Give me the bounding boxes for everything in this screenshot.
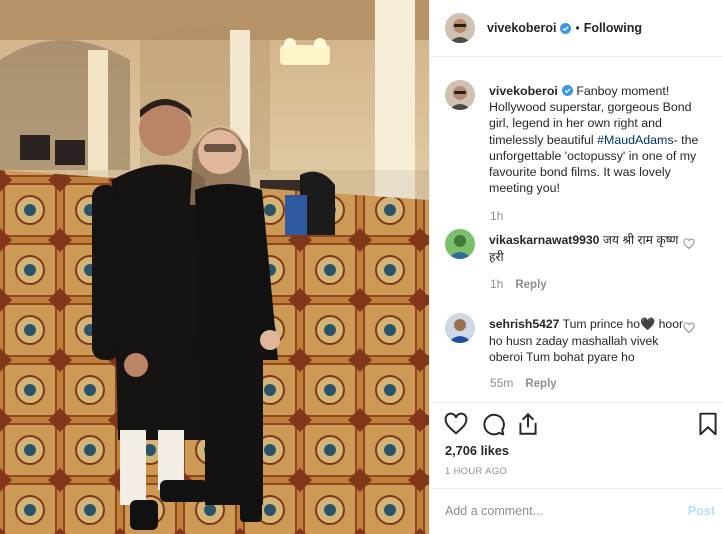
actions-divider xyxy=(430,402,723,403)
author-username[interactable]: vivekoberoi xyxy=(487,21,556,35)
likes-count[interactable]: 2,706 likes xyxy=(445,443,509,458)
comment-time[interactable]: 1h xyxy=(490,277,503,291)
bookmark-icon[interactable] xyxy=(695,411,721,437)
post-comment-button[interactable]: Post xyxy=(688,504,715,518)
post-details-panel: vivekoberoi • Following vivekoberoi Fanb… xyxy=(429,0,723,534)
separator-dot: • xyxy=(575,21,580,35)
composer-divider xyxy=(430,488,723,489)
author-avatar[interactable] xyxy=(445,13,475,43)
verified-badge-icon xyxy=(560,22,572,34)
commenter-avatar[interactable] xyxy=(445,229,475,259)
post-header: vivekoberoi • Following xyxy=(430,0,723,57)
hashtag-link[interactable]: #MaudAdams xyxy=(597,133,673,147)
action-bar xyxy=(430,411,723,439)
avatar-image xyxy=(445,229,475,259)
following-button[interactable]: Following xyxy=(584,21,642,35)
caption-username[interactable]: vivekoberoi xyxy=(489,84,558,98)
comment-icon[interactable] xyxy=(480,411,506,437)
comment-item: sehrish5427 Tum prince ho🖤 hoor ho husn … xyxy=(445,313,715,365)
avatar-image xyxy=(445,313,475,343)
caption-avatar[interactable] xyxy=(445,80,475,110)
heart-icon[interactable] xyxy=(443,411,469,437)
verified-badge-icon xyxy=(561,84,573,96)
comment-username[interactable]: vikaskarnawat9930 xyxy=(489,233,599,247)
heart-outline-icon[interactable] xyxy=(683,238,695,250)
comment-username[interactable]: sehrish5427 xyxy=(489,317,559,331)
commenter-avatar[interactable] xyxy=(445,313,475,343)
comment-item: vikaskarnawat9930 जय श्री राम कृष्ण हरी xyxy=(445,229,715,265)
comment-time[interactable]: 55m xyxy=(490,376,513,390)
comment-text: sehrish5427 Tum prince ho🖤 hoor ho husn … xyxy=(489,316,689,366)
comment-meta: 55m Reply xyxy=(490,376,557,390)
avatar-image xyxy=(445,80,475,110)
share-icon[interactable] xyxy=(515,411,541,437)
avatar-image xyxy=(445,13,475,43)
comment-text: vikaskarnawat9930 जय श्री राम कृष्ण हरी xyxy=(489,232,689,265)
comment-meta: 1h Reply xyxy=(490,277,547,291)
caption-time[interactable]: 1h xyxy=(490,209,503,223)
post-timestamp[interactable]: 1 HOUR AGO xyxy=(445,466,507,477)
reply-button[interactable]: Reply xyxy=(525,378,556,390)
caption-text: vivekoberoi Fanboy moment! Hollywood sup… xyxy=(489,83,713,196)
post-photo-illustration xyxy=(0,0,429,534)
post-photo[interactable] xyxy=(0,0,429,534)
heart-outline-icon[interactable] xyxy=(683,322,695,334)
post-caption: vivekoberoi Fanboy moment! Hollywood sup… xyxy=(445,80,715,220)
comment-input[interactable]: Add a comment... xyxy=(445,504,665,518)
reply-button[interactable]: Reply xyxy=(515,279,546,291)
